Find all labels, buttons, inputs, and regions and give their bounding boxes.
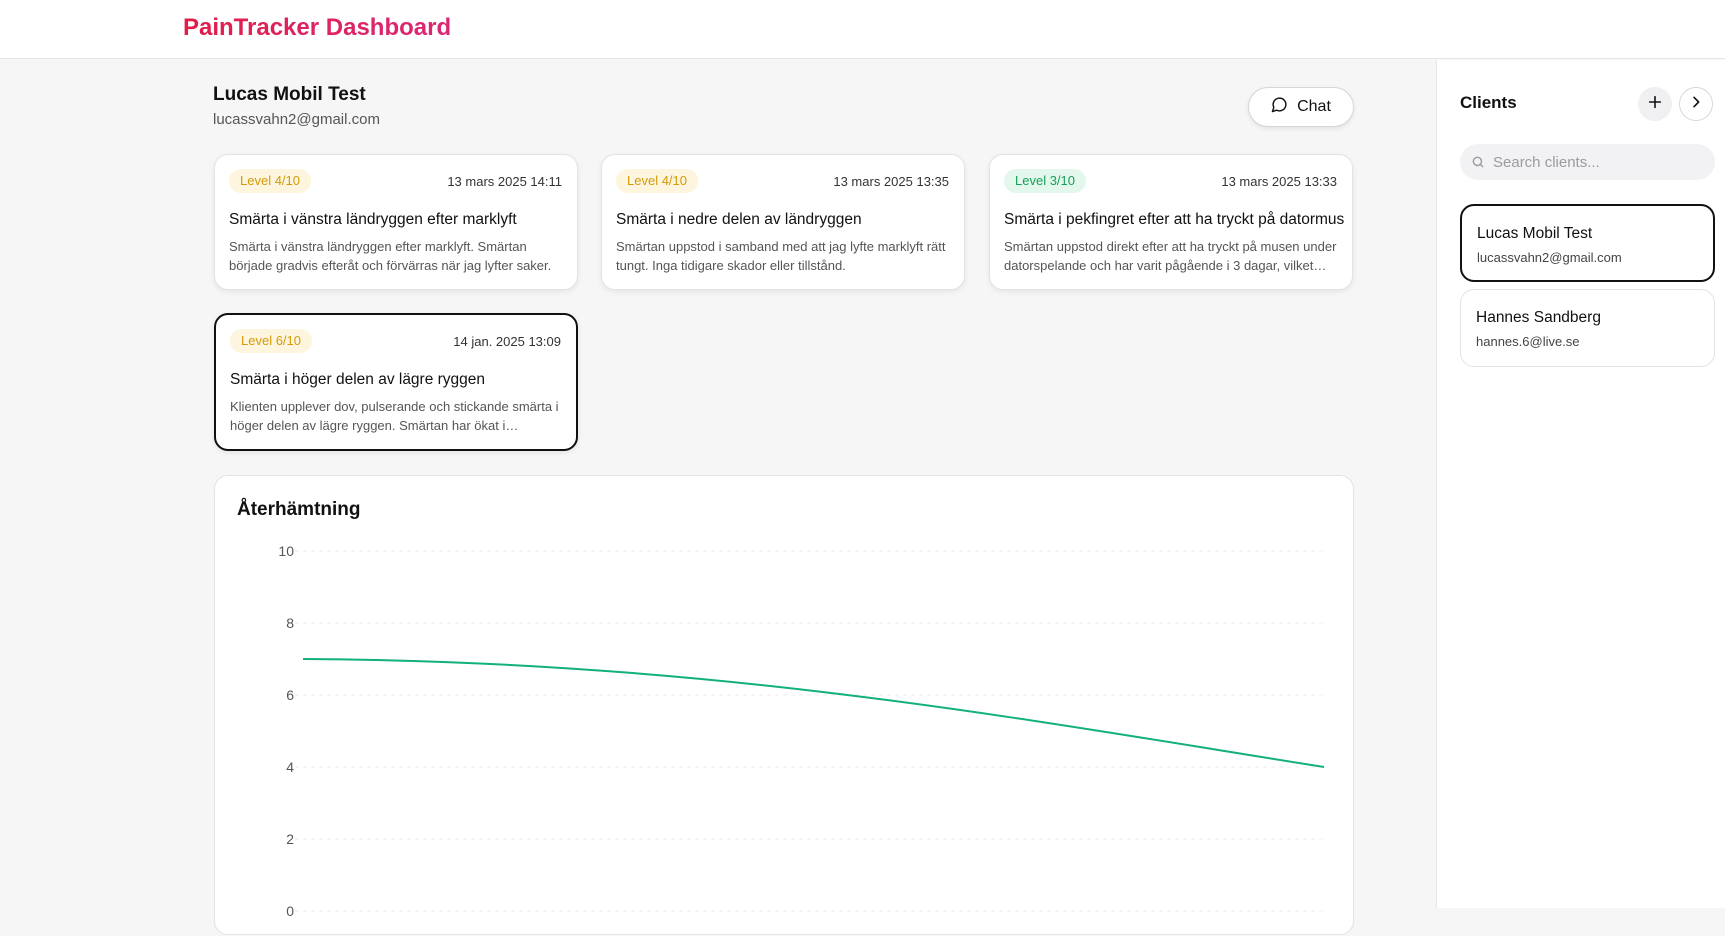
entry-date: 14 jan. 2025 13:09 [453,334,561,349]
level-badge: Level 4/10 [616,169,698,193]
client-item-email: lucassvahn2@gmail.com [1477,250,1622,265]
chevron-right-icon [1688,94,1704,115]
entry-title: Smärta i nedre delen av ländryggen [616,211,862,228]
entry-date: 13 mars 2025 13:35 [833,174,949,189]
search-icon [1471,155,1485,169]
entry-date: 13 mars 2025 13:33 [1221,174,1337,189]
level-badge: Level 3/10 [1004,169,1086,193]
collapse-sidebar-button[interactable] [1679,87,1713,121]
y-tick-label: 0 [286,903,294,919]
y-tick-label: 6 [286,687,294,703]
recovery-chart-card: Återhämtning 10 8 6 4 2 0 [214,475,1354,935]
client-search-box[interactable] [1460,144,1715,180]
y-tick-label: 2 [286,831,294,847]
client-item-name: Lucas Mobil Test [1477,225,1593,242]
pain-entry-card[interactable]: Level 4/10 13 mars 2025 13:35 Smärta i n… [601,154,965,290]
y-tick-label: 8 [286,615,294,631]
client-item-name: Hannes Sandberg [1476,309,1601,326]
client-item-email: hannes.6@live.se [1476,334,1580,349]
client-list-item-selected[interactable]: Lucas Mobil Test lucassvahn2@gmail.com [1460,204,1715,282]
client-name: Lucas Mobil Test [213,84,366,105]
message-circle-icon [1271,96,1288,118]
pain-entry-card[interactable]: Level 4/10 13 mars 2025 14:11 Smärta i v… [214,154,578,290]
entry-description: Smärtan uppstod i samband med att jag ly… [616,239,946,273]
y-tick-label: 10 [278,543,294,559]
y-tick-label: 4 [286,759,294,775]
top-bar: PainTracker Dashboard [0,0,1725,59]
add-client-button[interactable] [1638,87,1672,121]
clients-title: Clients [1460,93,1517,112]
pain-entry-card-selected[interactable]: Level 6/10 14 jan. 2025 13:09 Smärta i h… [214,313,578,451]
entry-description: Klienten upplever dov, pulserande och st… [230,399,559,433]
chat-button[interactable]: Chat [1248,87,1354,127]
entry-title: Smärta i höger delen av lägre ryggen [230,371,486,388]
plus-icon [1647,94,1663,115]
client-email: lucassvahn2@gmail.com [213,111,380,128]
entry-title: Smärta i vänstra ländryggen efter markly… [229,211,517,228]
clients-sidebar: Clients Lucas Mobil Test lucassvahn2@gma… [1436,60,1725,908]
client-search-input[interactable] [1493,153,1693,171]
chat-button-label: Chat [1297,98,1331,115]
level-badge: Level 4/10 [229,169,311,193]
app-title[interactable]: PainTracker Dashboard [183,14,451,42]
entry-title: Smärta i pekfingret efter att ha tryckt … [1004,211,1345,228]
entry-date: 13 mars 2025 14:11 [447,174,562,189]
recovery-chart: 10 8 6 4 2 0 [278,543,1327,919]
entry-description: Smärta i vänstra ländryggen efter markly… [229,239,552,273]
recovery-series-line [302,658,1325,768]
pain-entry-card[interactable]: Level 3/10 13 mars 2025 13:33 Smärta i p… [989,154,1353,290]
entry-description: Smärtan uppstod direkt efter att ha tryc… [1004,239,1337,273]
client-list-item[interactable]: Hannes Sandberg hannes.6@live.se [1460,289,1715,367]
level-badge: Level 6/10 [230,329,312,353]
